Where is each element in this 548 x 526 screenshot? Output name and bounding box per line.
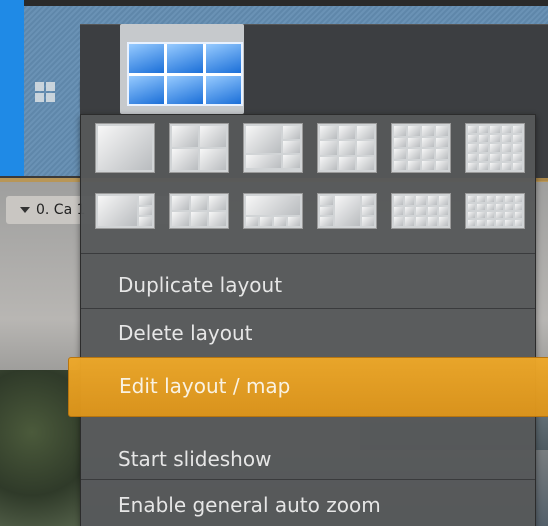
layout-option-3x2[interactable]: [169, 193, 229, 229]
chevron-down-icon: [20, 207, 30, 213]
layout-option-1plus4-wide[interactable]: [243, 193, 303, 229]
menu-item-enable-auto-zoom[interactable]: Enable general auto zoom: [81, 483, 535, 526]
menu-item-label: Delete layout: [118, 321, 253, 345]
top-edge: [0, 0, 548, 6]
layout-options-row-1: [95, 123, 535, 175]
layout-option-1plus5[interactable]: [243, 123, 303, 173]
menu-divider: [81, 253, 535, 254]
menu-item-label: Start slideshow: [118, 447, 272, 471]
layout-option-1x1[interactable]: [95, 123, 155, 173]
active-layout-tab[interactable]: [120, 24, 244, 114]
grid-icon[interactable]: [35, 82, 55, 102]
left-accent-strip: [0, 0, 24, 176]
app-stage: 0. Ca 1 Duplicate layout Delete layout E…: [0, 0, 548, 526]
menu-divider: [81, 479, 535, 480]
menu-item-edit-layout-map[interactable]: Edit layout / map: [68, 357, 548, 417]
menu-item-start-slideshow[interactable]: Start slideshow: [81, 437, 535, 483]
layout-option-4x4[interactable]: [391, 123, 451, 173]
layout-option-6x4[interactable]: [465, 193, 525, 229]
menu-item-label: Duplicate layout: [118, 273, 283, 297]
menu-divider: [81, 308, 535, 309]
layout-option-5x3[interactable]: [391, 193, 451, 229]
layout-option-1plus3[interactable]: [95, 193, 155, 229]
menu-item-label: Edit layout / map: [119, 374, 291, 398]
layout-dropdown-menu: Duplicate layout Delete layout Edit layo…: [68, 114, 548, 526]
layout-option-center-focus[interactable]: [317, 193, 377, 229]
layout-option-2x2[interactable]: [169, 123, 229, 173]
menu-item-label: Enable general auto zoom: [118, 493, 381, 517]
layout-option-3x3[interactable]: [317, 123, 377, 173]
layout-2x3-thumb: [127, 42, 243, 106]
menu-item-duplicate-layout[interactable]: Duplicate layout: [81, 263, 535, 309]
layout-option-5x5[interactable]: [465, 123, 525, 173]
layout-options-row-2: [95, 193, 535, 245]
camera-label: 0. Ca 1: [36, 202, 86, 218]
menu-item-delete-layout[interactable]: Delete layout: [81, 311, 535, 357]
